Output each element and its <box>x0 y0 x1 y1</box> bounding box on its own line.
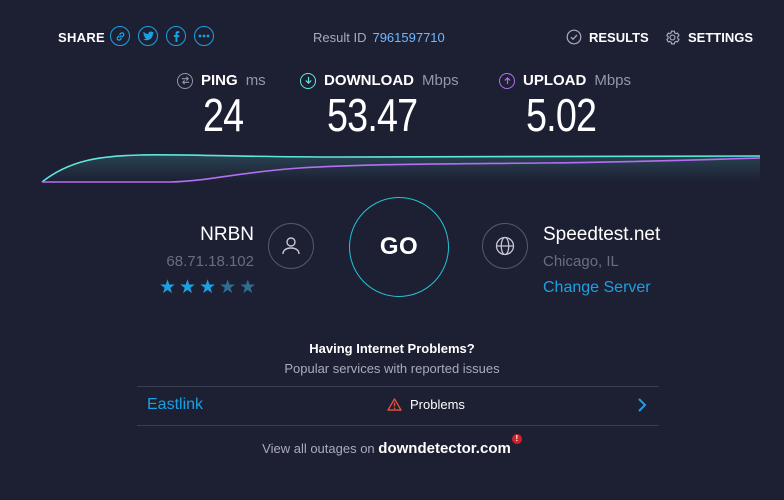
upload-label: UPLOAD <box>523 72 587 89</box>
download-graph-fill <box>42 154 760 182</box>
check-circle-icon <box>566 29 582 45</box>
problems-title: Having Internet Problems? <box>309 341 475 356</box>
divider <box>137 425 659 426</box>
chevron-right-icon[interactable] <box>637 395 647 420</box>
server-location: Chicago, IL <box>543 253 619 270</box>
divider <box>137 386 659 387</box>
outage-status-label: Problems <box>410 397 465 412</box>
ping-header: PING ms <box>177 72 266 89</box>
downdetector-link[interactable]: downdetector.com <box>378 440 511 457</box>
download-label: DOWNLOAD <box>324 72 414 89</box>
download-header: DOWNLOAD Mbps <box>300 72 459 89</box>
download-value: 53.47 <box>327 89 418 141</box>
isp-name: NRBN <box>200 224 254 245</box>
ping-label: PING <box>201 72 238 89</box>
server-name: Speedtest.net <box>543 224 661 245</box>
star-icon-empty[interactable]: ★ <box>219 278 236 297</box>
isp-ip: 68.71.18.102 <box>166 253 254 270</box>
ping-unit: ms <box>245 72 266 89</box>
settings-button[interactable]: SETTINGS <box>664 29 753 46</box>
upload-icon <box>499 72 515 89</box>
outage-status: Problems <box>387 397 465 412</box>
upload-value: 5.02 <box>526 89 597 141</box>
result-id-label: Result ID <box>313 30 367 45</box>
view-all-outages: View all outages on downdetector.com! <box>0 434 784 457</box>
go-button[interactable]: GO <box>349 197 449 297</box>
facebook-icon[interactable] <box>166 26 186 46</box>
gear-icon <box>666 30 680 45</box>
upload-header: UPLOAD Mbps <box>499 72 631 89</box>
results-label: RESULTS <box>589 29 649 45</box>
isp-rating[interactable]: ★ ★ ★ ★ ★ <box>159 278 256 297</box>
twitter-icon[interactable] <box>138 26 158 46</box>
speed-graph <box>41 153 761 183</box>
ping-value: 24 <box>203 89 244 141</box>
go-label: GO <box>379 233 419 260</box>
star-icon-empty[interactable]: ★ <box>239 278 256 297</box>
warning-icon <box>387 398 402 411</box>
star-icon-filled[interactable]: ★ <box>199 278 216 297</box>
problems-subtitle: Popular services with reported issues <box>284 361 500 376</box>
outage-service-name: Eastlink <box>147 396 204 413</box>
results-button[interactable]: RESULTS <box>566 29 649 45</box>
change-server-link[interactable]: Change Server <box>543 279 651 297</box>
ping-icon <box>177 72 193 89</box>
download-unit: Mbps <box>422 72 459 89</box>
globe-icon <box>482 223 528 269</box>
alert-badge-icon: ! <box>511 434 522 444</box>
result-id: Result ID 7961597710 <box>313 30 445 45</box>
share-label: SHARE <box>58 30 106 45</box>
settings-label: SETTINGS <box>688 30 754 45</box>
user-icon <box>268 223 314 269</box>
outage-row[interactable]: Eastlink Problems <box>137 388 659 424</box>
star-icon-filled[interactable]: ★ <box>159 278 176 297</box>
upload-unit: Mbps <box>594 72 632 89</box>
download-icon <box>300 72 316 89</box>
star-icon-filled[interactable]: ★ <box>179 278 196 297</box>
view-all-prefix: View all outages on <box>262 441 375 456</box>
link-icon[interactable] <box>110 26 130 46</box>
more-icon[interactable] <box>194 26 214 46</box>
result-id-value[interactable]: 7961597710 <box>372 30 444 45</box>
